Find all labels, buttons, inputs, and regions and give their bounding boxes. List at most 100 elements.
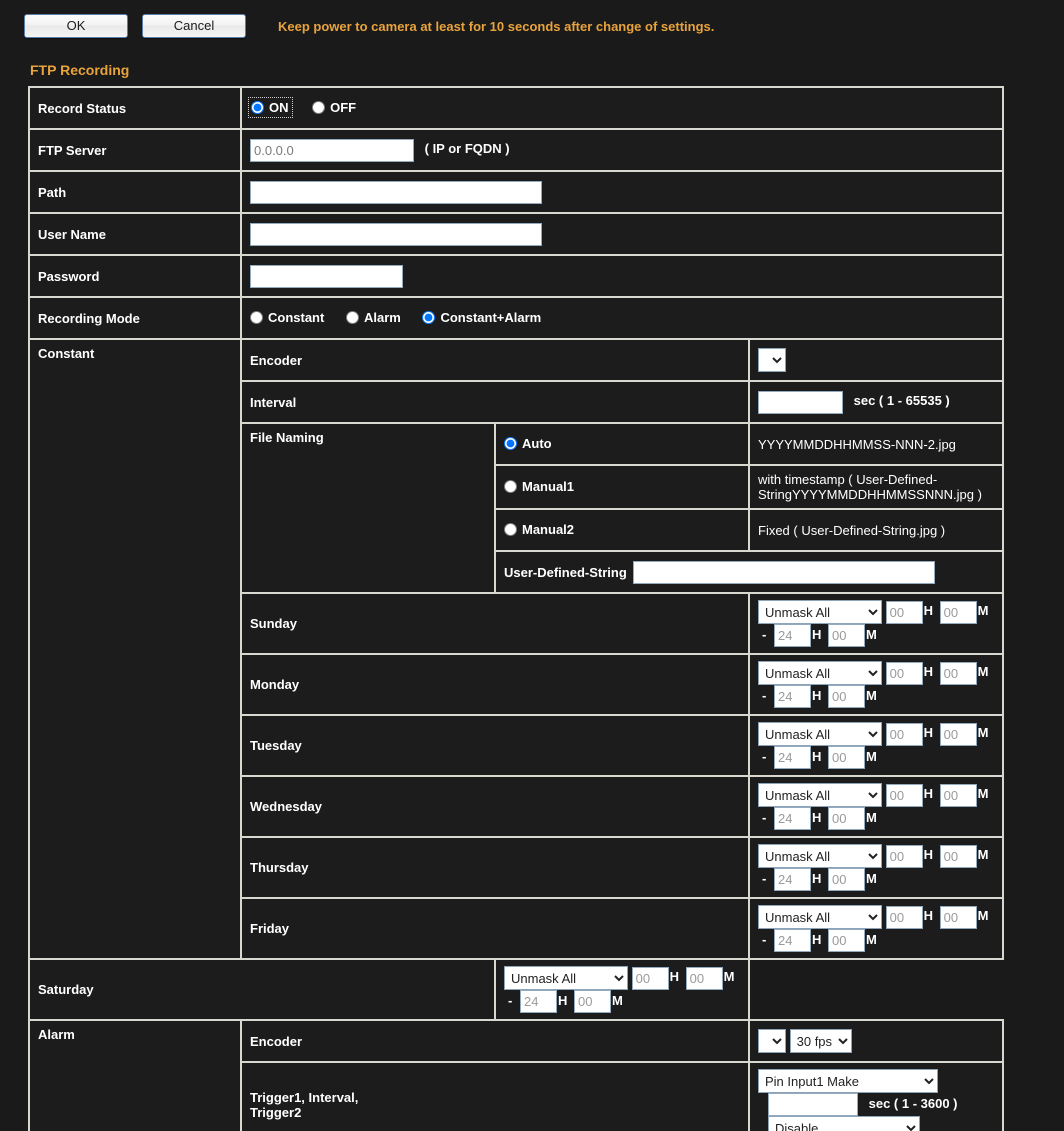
password-label: Password [28, 254, 242, 298]
alarm-trigger-label: Trigger1, Interval, Trigger2 [240, 1061, 750, 1131]
minute-unit: M [865, 870, 877, 886]
record-status-on-option[interactable]: ON [248, 97, 293, 118]
constant-schedule-from-min[interactable] [939, 722, 977, 746]
file-naming-auto-desc: YYYYMMDDHHMMSS-NNN-2.jpg [748, 422, 1004, 466]
constant-schedule-from-hour[interactable] [885, 600, 923, 624]
constant-schedule-mask-select[interactable]: Unmask All [758, 600, 882, 624]
ftp-server-input[interactable] [250, 138, 414, 162]
table-row-user-name: User Name [28, 212, 1004, 256]
recording-mode-alarm-radio[interactable] [345, 310, 359, 324]
constant-schedule-from-min[interactable] [939, 783, 977, 807]
table-row-recording-mode: Recording Mode Constant Alarm Constant+A… [28, 296, 1004, 340]
constant-schedule-from-min[interactable] [939, 844, 977, 868]
record-status-on-radio[interactable] [251, 101, 264, 114]
constant-schedule-mask-select[interactable]: Unmask All [504, 966, 628, 990]
table-row-record-status: Record Status ON OFF [28, 86, 1004, 130]
constant-schedule-from-hour[interactable] [631, 966, 669, 990]
recording-mode-option-constant-alarm[interactable]: Constant+Alarm [422, 310, 541, 325]
constant-schedule-to-hour[interactable] [773, 685, 811, 708]
alarm-trigger-unit: sec ( 1 - 3600 ) [868, 1095, 958, 1111]
file-naming-manual1-cell[interactable]: Manual1 [494, 464, 750, 510]
hour-unit: H [811, 870, 822, 886]
cancel-button[interactable]: Cancel [142, 14, 246, 38]
recording-mode-option-constant[interactable]: Constant [250, 310, 324, 325]
constant-schedule-from-min[interactable] [939, 661, 977, 685]
file-naming-auto-label: Auto [522, 435, 552, 451]
constant-schedule-to-hour[interactable] [773, 868, 811, 891]
file-naming-auto-cell[interactable]: Auto [494, 422, 750, 466]
constant-schedule-from-hour[interactable] [885, 844, 923, 868]
file-naming-manual1-option[interactable]: Manual1 [504, 479, 574, 494]
alarm-trigger-cell: Pin Input1 Make sec ( 1 - 3600 ) Disable [748, 1061, 1004, 1131]
warning-text: Keep power to camera at least for 10 sec… [278, 18, 715, 34]
hour-unit: H [811, 931, 822, 947]
file-naming-auto-option[interactable]: Auto [504, 436, 552, 451]
constant-schedule-to-min[interactable] [573, 990, 611, 1013]
minute-unit: M [865, 809, 877, 825]
range-dash: - [762, 626, 767, 642]
user-name-input[interactable] [250, 222, 542, 246]
constant-schedule-from-hour[interactable] [885, 722, 923, 746]
constant-encoder-select[interactable] [758, 348, 786, 372]
hour-unit: H [923, 603, 934, 619]
alarm-fps-select[interactable]: 30 fps [789, 1029, 852, 1053]
constant-schedule-day-label: Sunday [240, 592, 750, 655]
constant-schedule-to-min[interactable] [827, 807, 865, 830]
constant-schedule-to-min[interactable] [827, 746, 865, 769]
constant-schedule-mask-select[interactable]: Unmask All [758, 905, 882, 929]
file-naming-manual2-cell[interactable]: Manual2 [494, 508, 750, 552]
recording-mode-constant-radio[interactable] [250, 310, 263, 324]
alarm-encoder-select[interactable] [758, 1029, 786, 1053]
constant-schedule-to-min[interactable] [827, 685, 865, 708]
constant-schedule-from-hour[interactable] [885, 905, 923, 929]
constant-schedule-to-min[interactable] [827, 624, 865, 647]
file-naming-manual2-radio[interactable] [504, 522, 517, 536]
alarm-trigger-interval-input[interactable] [768, 1093, 858, 1116]
constant-schedule-to-min[interactable] [827, 868, 865, 891]
constant-schedule-from-min[interactable] [939, 600, 977, 624]
password-input[interactable] [250, 264, 403, 288]
constant-schedule-from-min[interactable] [685, 966, 723, 990]
constant-schedule-day-label: Wednesday [240, 775, 750, 838]
constant-schedule-from-hour[interactable] [885, 783, 923, 807]
alarm-trigger2-select[interactable]: Disable [768, 1116, 920, 1131]
minute-unit: M [865, 626, 877, 642]
constant-schedule-from-hour[interactable] [885, 661, 923, 685]
constant-schedule-mask-select[interactable]: Unmask All [758, 722, 882, 746]
constant-schedule-mask-select[interactable]: Unmask All [758, 783, 882, 807]
range-dash: - [762, 809, 767, 825]
toolbar: OK Cancel Keep power to camera at least … [0, 0, 1064, 44]
constant-schedule-to-hour[interactable] [773, 807, 811, 830]
recording-mode-label: Recording Mode [28, 296, 242, 340]
constant-schedule-from-min[interactable] [939, 905, 977, 929]
constant-interval-input[interactable] [758, 390, 843, 414]
constant-schedule-cell: Unmask All H M - H M [748, 653, 1004, 716]
file-naming-manual2-option[interactable]: Manual2 [504, 522, 574, 537]
constant-schedule-to-min[interactable] [827, 929, 865, 952]
minute-unit: M [865, 748, 877, 764]
record-status-off-radio[interactable] [312, 101, 326, 114]
constant-schedule-to-hour[interactable] [519, 990, 557, 1013]
alarm-trigger1-select[interactable]: Pin Input1 Make [758, 1069, 938, 1093]
ok-button[interactable]: OK [24, 14, 128, 38]
constant-schedule-day-label: Thursday [240, 836, 750, 899]
path-cell [240, 170, 1004, 214]
file-naming-auto-radio[interactable] [504, 436, 517, 450]
recording-mode-constant-alarm-radio[interactable] [422, 310, 436, 324]
constant-schedule-to-hour[interactable] [773, 929, 811, 952]
constant-schedule-mask-select[interactable]: Unmask All [758, 661, 882, 685]
user-defined-string-input[interactable] [632, 560, 935, 584]
constant-schedule-to-hour[interactable] [773, 624, 811, 647]
constant-schedule-to-hour[interactable] [773, 746, 811, 769]
file-naming-manual1-radio[interactable] [504, 479, 517, 493]
ftp-server-cell: ( IP or FQDN ) [240, 128, 1004, 172]
file-naming-manual1-desc: with timestamp ( User-Defined-StringYYYY… [748, 464, 1004, 510]
minute-unit: M [977, 847, 989, 863]
constant-schedule-mask-select[interactable]: Unmask All [758, 844, 882, 868]
record-status-off-option[interactable]: OFF [312, 100, 356, 115]
ftp-server-label: FTP Server [28, 128, 242, 172]
path-input[interactable] [250, 180, 542, 204]
recording-mode-constant-alarm-label: Constant+Alarm [440, 309, 542, 325]
recording-mode-option-alarm[interactable]: Alarm [345, 310, 401, 325]
file-naming-manual1-label: Manual1 [522, 478, 575, 494]
